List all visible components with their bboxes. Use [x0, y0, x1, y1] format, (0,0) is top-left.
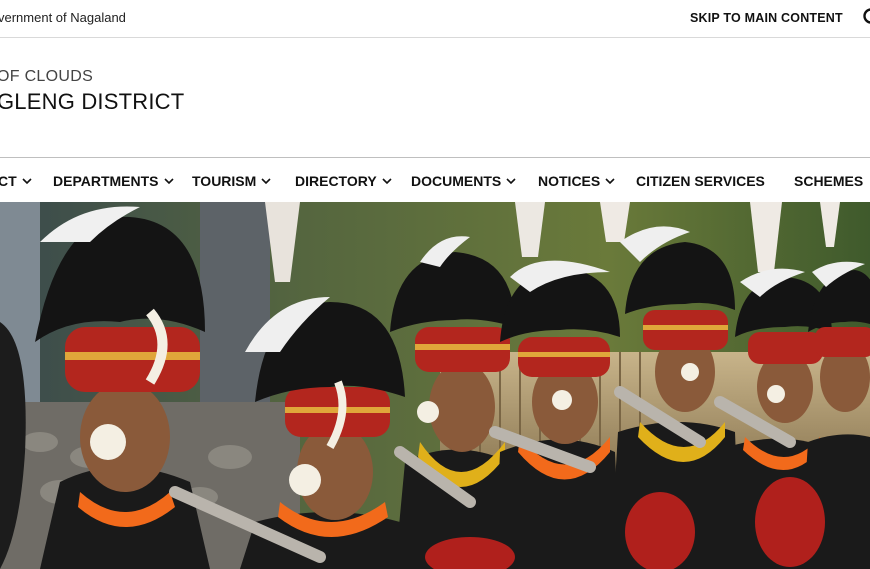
chevron-down-icon: [261, 178, 271, 185]
nav-item-tourism[interactable]: TOURISM: [192, 173, 271, 189]
nav-item-departments[interactable]: DEPARTMENTS: [53, 173, 174, 189]
top-utility-bar: vernment of Nagaland SKIP TO MAIN CONTEN…: [0, 0, 870, 38]
hero-photo-illustration: [0, 202, 870, 569]
nav-item-label: DOCUMENTS: [411, 173, 502, 189]
nav-item-notices[interactable]: NOTICES: [538, 173, 615, 189]
nav-item-documents[interactable]: DOCUMENTS: [411, 173, 516, 189]
main-navigation: CT DEPARTMENTS TOURISM DIRECTORY DOCUMEN…: [0, 157, 870, 203]
nav-item-district[interactable]: CT: [0, 173, 32, 189]
nav-item-label: CITIZEN SERVICES: [636, 173, 765, 189]
nav-item-label: CT: [0, 173, 17, 189]
nav-item-schemes[interactable]: SCHEMES: [794, 173, 863, 189]
chevron-down-icon: [163, 178, 174, 185]
site-tagline: OF CLOUDS: [0, 68, 94, 85]
chevron-down-icon: [382, 178, 392, 185]
nav-item-label: NOTICES: [538, 173, 601, 189]
nav-item-label: DIRECTORY: [295, 173, 377, 189]
chevron-down-icon: [605, 178, 615, 185]
district-title[interactable]: GLENG DISTRICT: [0, 89, 184, 115]
site-header: OF CLOUDS GLENG DISTRICT: [0, 38, 870, 156]
nav-item-label: TOURISM: [192, 173, 257, 189]
search-icon: [863, 8, 870, 24]
search-button[interactable]: [860, 6, 870, 28]
government-link[interactable]: vernment of Nagaland: [0, 10, 126, 25]
nav-item-directory[interactable]: DIRECTORY: [295, 173, 392, 189]
hero-banner-image: [0, 202, 870, 569]
nav-item-citizen-services[interactable]: CITIZEN SERVICES: [636, 173, 765, 189]
skip-to-main-content-link[interactable]: SKIP TO MAIN CONTENT: [690, 11, 843, 25]
chevron-down-icon: [506, 178, 516, 185]
nav-item-label: SCHEMES: [794, 173, 864, 189]
chevron-down-icon: [22, 178, 32, 185]
nav-item-label: DEPARTMENTS: [53, 173, 159, 189]
